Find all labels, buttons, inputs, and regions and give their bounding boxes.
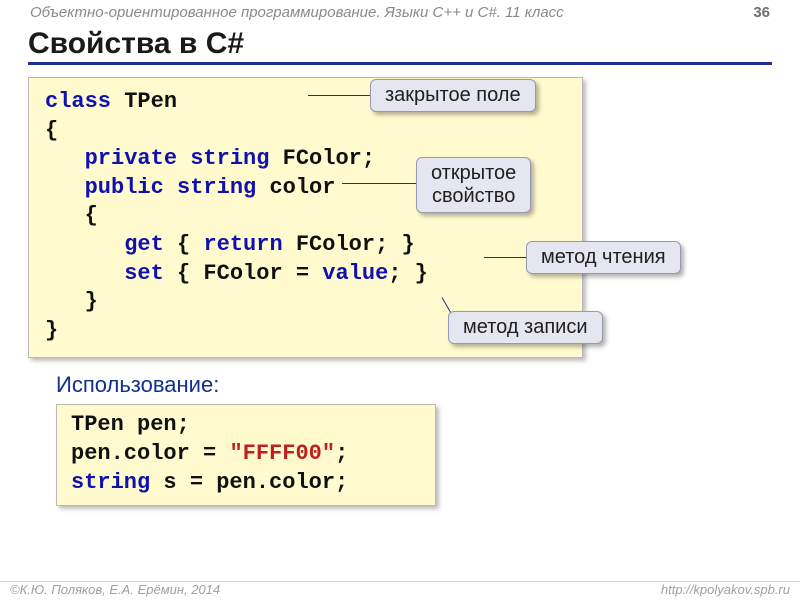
callout-public-property: открытое свойство bbox=[416, 157, 531, 213]
kw-get: get bbox=[45, 232, 164, 257]
string-literal: "FFFF00" bbox=[229, 441, 335, 466]
content: class TPen { private string FColor; publ… bbox=[0, 65, 800, 506]
code-txt: TPen pen; bbox=[71, 412, 190, 437]
code-txt: ; } bbox=[388, 261, 428, 286]
code-txt: } bbox=[45, 289, 98, 314]
code-txt: pen.color = bbox=[71, 441, 229, 466]
callout-setter: метод записи bbox=[448, 311, 603, 344]
usage-label: Использование: bbox=[56, 372, 772, 398]
kw-string: string bbox=[164, 175, 256, 200]
code-txt: ; bbox=[335, 441, 348, 466]
footer-author: ©К.Ю. Поляков, Е.А. Ерёмин, 2014 bbox=[10, 582, 220, 597]
title-wrap: Свойства в C# bbox=[0, 23, 800, 65]
slide-header: Объектно-ориентированное программировани… bbox=[0, 0, 800, 23]
code-txt: color bbox=[256, 175, 335, 200]
code-txt: { bbox=[45, 203, 98, 228]
kw-string: string bbox=[177, 146, 269, 171]
code-txt: FColor; bbox=[269, 146, 375, 171]
code-txt: { bbox=[45, 118, 58, 143]
page-number: 36 bbox=[753, 4, 770, 21]
code-txt: } bbox=[45, 318, 58, 343]
kw-return: return bbox=[203, 232, 282, 257]
course-title: Объектно-ориентированное программировани… bbox=[30, 4, 753, 21]
code-txt: FColor; } bbox=[283, 232, 415, 257]
leader-line bbox=[308, 95, 372, 96]
code-txt: { FColor = bbox=[164, 261, 322, 286]
code-txt: TPen bbox=[111, 89, 177, 114]
kw-class: class bbox=[45, 89, 111, 114]
footer-url: http://kpolyakov.spb.ru bbox=[661, 582, 790, 597]
callout-line: открытое bbox=[431, 162, 516, 185]
kw-public: public bbox=[45, 175, 164, 200]
kw-string: string bbox=[71, 470, 150, 495]
callout-line: свойство bbox=[431, 185, 516, 208]
code-txt: { bbox=[164, 232, 204, 257]
code-block-2: TPen pen; pen.color = "FFFF00"; string s… bbox=[56, 404, 436, 506]
slide-footer: ©К.Ю. Поляков, Е.А. Ерёмин, 2014 http://… bbox=[0, 581, 800, 597]
leader-line bbox=[484, 257, 528, 258]
leader-line bbox=[342, 183, 418, 184]
callout-private-field: закрытое поле bbox=[370, 79, 536, 112]
kw-private: private bbox=[45, 146, 177, 171]
code-txt: s = pen.color; bbox=[150, 470, 348, 495]
kw-set: set bbox=[45, 261, 164, 286]
callout-getter: метод чтения bbox=[526, 241, 681, 274]
slide-title: Свойства в C# bbox=[28, 27, 772, 65]
kw-value: value bbox=[322, 261, 388, 286]
